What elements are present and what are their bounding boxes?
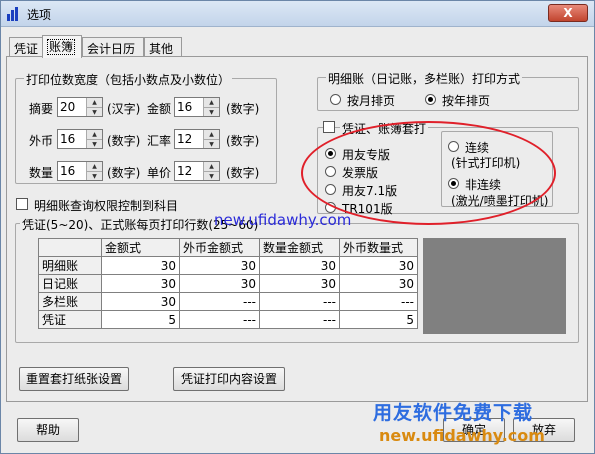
spinner-arrows-icon[interactable]: ▲ ▼ <box>203 130 219 148</box>
watermark-url-bottom: new.ufidawhy.com <box>379 426 545 445</box>
foreign-currency-width-value: 16 <box>60 132 76 146</box>
row-header: 明细账 <box>38 256 102 275</box>
table-cell[interactable]: 30 <box>101 274 180 293</box>
control-to-subject-checkbox[interactable] <box>16 198 28 210</box>
print-width-legend: 打印位数宽度（包括小数点及小数位） <box>24 71 233 88</box>
summary-width-value: 20 <box>60 100 76 114</box>
foreign-currency-label: 外币 <box>29 134 54 148</box>
table-empty-area <box>423 238 566 334</box>
preprinted-checkbox[interactable] <box>323 121 335 133</box>
table-cell[interactable]: 30 <box>339 274 418 293</box>
table-cell[interactable]: 30 <box>259 256 340 275</box>
column-header: 外币金额式 <box>179 238 260 257</box>
row-header: 日记账 <box>38 274 102 293</box>
column-header: 数量金额式 <box>259 238 340 257</box>
spinner-arrows-icon[interactable]: ▲ ▼ <box>86 130 102 148</box>
rows-per-page-table: 金额式 外币金额式 数量金额式 外币数量式 明细账 30 30 30 30 日记… <box>38 238 418 329</box>
reset-paper-button[interactable]: 重置套打纸张设置 <box>19 367 129 391</box>
quantity-unit: (数字) <box>107 166 141 180</box>
watermark-url: new.ufidawhy.com <box>214 211 352 229</box>
quantity-width-spinner[interactable]: 16 ▲ ▼ <box>57 161 103 181</box>
table-cell[interactable]: --- <box>339 292 418 311</box>
summary-width-spinner[interactable]: 20 ▲ ▼ <box>57 97 103 117</box>
table-header-row: 金额式 外币金额式 数量金额式 外币数量式 <box>38 238 418 257</box>
title-bar: 选项 X <box>1 1 594 27</box>
table-cell[interactable]: 30 <box>179 256 260 275</box>
column-header: 外币数量式 <box>339 238 418 257</box>
detail-print-mode-legend: 明细账（日记账，多栏账）打印方式 <box>326 70 523 87</box>
table-cell[interactable]: 30 <box>339 256 418 275</box>
table-row: 日记账 30 30 30 30 <box>38 274 418 293</box>
table-cell[interactable]: 30 <box>101 292 180 311</box>
tab-other[interactable]: 其他 <box>144 37 182 57</box>
quantity-label: 数量 <box>29 166 54 180</box>
spinner-arrows-icon[interactable]: ▲ ▼ <box>86 98 102 116</box>
control-to-subject-label: 明细账查询权限控制到科目 <box>34 199 179 213</box>
tab-ledger-label: 账簿 <box>47 39 76 55</box>
exchange-rate-label: 汇率 <box>147 134 172 148</box>
table-cell[interactable]: 30 <box>101 256 180 275</box>
window-title: 选项 <box>27 8 52 22</box>
exchange-rate-unit: (数字) <box>226 134 260 148</box>
table-cell[interactable]: --- <box>179 292 260 311</box>
amount-width-value: 16 <box>177 100 193 114</box>
row-header: 凭证 <box>38 310 102 329</box>
summary-unit: (汉字) <box>107 102 141 116</box>
close-button[interactable]: X <box>548 4 588 22</box>
table-cell[interactable]: --- <box>259 310 340 329</box>
unit-price-width-spinner[interactable]: 12 ▲ ▼ <box>174 161 220 181</box>
voucher-print-content-button[interactable]: 凭证打印内容设置 <box>173 367 285 391</box>
unit-price-label: 单价 <box>147 166 172 180</box>
by-month-label: 按月排页 <box>347 94 396 108</box>
table-row: 多栏账 30 --- --- --- <box>38 292 418 311</box>
tab-ledger[interactable]: 账簿 <box>42 35 82 58</box>
exchange-rate-width-value: 12 <box>177 132 193 146</box>
table-cell[interactable]: 5 <box>339 310 418 329</box>
foreign-currency-width-spinner[interactable]: 16 ▲ ▼ <box>57 129 103 149</box>
ledger-tab-panel: 打印位数宽度（包括小数点及小数位） 摘要 20 ▲ ▼ (汉字) 金额 16 ▲ ▼… <box>6 56 588 402</box>
exchange-rate-width-spinner[interactable]: 12 ▲ ▼ <box>174 129 220 149</box>
row-header: 多栏账 <box>38 292 102 311</box>
quantity-width-value: 16 <box>60 164 76 178</box>
amount-width-spinner[interactable]: 16 ▲ ▼ <box>174 97 220 117</box>
unit-price-width-value: 12 <box>177 164 193 178</box>
table-cell[interactable]: --- <box>179 310 260 329</box>
options-dialog: 选项 X 凭证 账簿 会计日历 其他 打印位数宽度（包括小数点及小数位） 摘要 … <box>0 0 595 454</box>
watermark-slogan: 用友软件免费下载 <box>373 402 534 424</box>
table-cell[interactable]: 5 <box>101 310 180 329</box>
help-button[interactable]: 帮助 <box>17 418 79 442</box>
by-year-label: 按年排页 <box>442 94 491 108</box>
table-corner-cell <box>38 238 102 257</box>
highlight-ellipse <box>301 121 556 225</box>
column-header: 金额式 <box>101 238 180 257</box>
foreign-currency-unit: (数字) <box>107 134 141 148</box>
table-row: 明细账 30 30 30 30 <box>38 256 418 275</box>
amount-unit: (数字) <box>226 102 260 116</box>
summary-label: 摘要 <box>29 102 54 116</box>
app-bar-chart-icon <box>7 7 21 21</box>
spinner-arrows-icon[interactable]: ▲ ▼ <box>86 162 102 180</box>
unit-price-unit: (数字) <box>226 166 260 180</box>
table-cell[interactable]: 30 <box>259 274 340 293</box>
radio-by-year[interactable] <box>425 94 436 105</box>
tab-voucher[interactable]: 凭证 <box>9 37 43 57</box>
table-cell[interactable]: --- <box>259 292 340 311</box>
spinner-arrows-icon[interactable]: ▲ ▼ <box>203 162 219 180</box>
radio-by-month[interactable] <box>330 94 341 105</box>
spinner-arrows-icon[interactable]: ▲ ▼ <box>203 98 219 116</box>
tab-accounting-calendar[interactable]: 会计日历 <box>82 37 144 57</box>
table-cell[interactable]: 30 <box>179 274 260 293</box>
table-row: 凭证 5 --- --- 5 <box>38 310 418 329</box>
amount-label: 金额 <box>147 102 172 116</box>
